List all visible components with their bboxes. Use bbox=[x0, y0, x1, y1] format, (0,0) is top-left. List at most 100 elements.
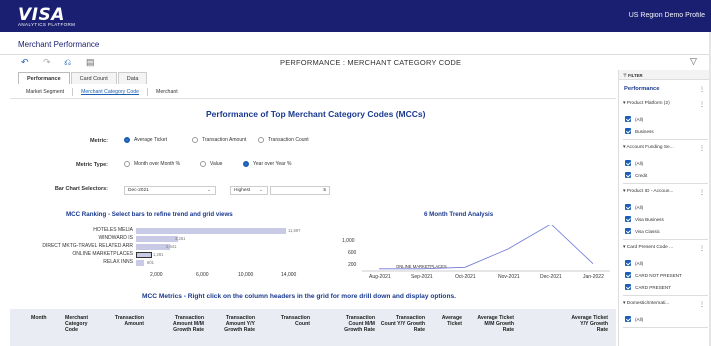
filter-option-label: Business bbox=[635, 128, 654, 134]
filter-option[interactable]: Visa Business bbox=[625, 216, 664, 222]
top-bar: VISA ANALYTICS PLATFORM US Region Demo P… bbox=[0, 0, 711, 32]
checkbox-checked-icon[interactable] bbox=[625, 116, 631, 122]
col-transaction-amount[interactable]: Transaction Amount bbox=[104, 315, 144, 327]
tab-data[interactable]: Data bbox=[117, 72, 148, 84]
radio-value[interactable]: Value bbox=[200, 161, 222, 167]
page-title: Merchant Performance bbox=[18, 40, 100, 49]
chevron-down-icon: ⌄ bbox=[258, 187, 263, 193]
col-transaction-amount-mm[interactable]: Transaction Amount M/M Growth Rate bbox=[164, 315, 204, 334]
radio-month-over-month[interactable]: Month over Month % bbox=[124, 161, 180, 167]
tab-performance[interactable]: Performance bbox=[18, 72, 70, 84]
kebab-icon[interactable]: ⋮ bbox=[699, 189, 705, 196]
bar-value: 2,641 bbox=[166, 244, 177, 249]
col-transaction-count-mm[interactable]: Transaction Count M/M Growth Rate bbox=[330, 315, 375, 334]
filter-option[interactable]: Visa Classic bbox=[625, 228, 660, 234]
chevron-down-icon: ⌄ bbox=[206, 187, 211, 193]
trend-series-line[interactable] bbox=[379, 225, 594, 270]
col-average-ticket-mm[interactable]: Average Ticket M/M Growth Rate bbox=[472, 315, 514, 334]
filter-option[interactable]: (All) bbox=[625, 160, 643, 166]
ranking-title: MCC Ranking - Select bars to refine tren… bbox=[66, 211, 233, 218]
subtab-merchant[interactable]: Merchant bbox=[148, 88, 186, 96]
col-month[interactable]: Month bbox=[31, 315, 47, 321]
series-label: ONLINE MARKETPLACES bbox=[396, 264, 447, 269]
count-input[interactable]: 5 bbox=[270, 186, 330, 195]
divider bbox=[623, 327, 708, 328]
kebab-icon[interactable]: ⋮ bbox=[699, 301, 705, 308]
bar[interactable] bbox=[136, 252, 153, 258]
checkbox-checked-icon[interactable] bbox=[625, 272, 631, 278]
radio-label: Transaction Count bbox=[268, 137, 309, 143]
col-mcc[interactable]: Merchant Category Code bbox=[65, 315, 101, 334]
filter-group-label: Product ID - Accoun... bbox=[626, 189, 674, 194]
checkbox-checked-icon[interactable] bbox=[625, 172, 631, 178]
col-transaction-amount-yy[interactable]: Transaction Amount Y/Y Growth Rate bbox=[215, 315, 255, 334]
col-transaction-count[interactable]: Transaction Count bbox=[270, 315, 310, 327]
filter-group-label: Account Funding Se... bbox=[626, 145, 674, 150]
bar[interactable] bbox=[136, 244, 170, 250]
filter-option-label: Visa Classic bbox=[635, 228, 660, 234]
bar[interactable] bbox=[136, 260, 144, 266]
checkbox-checked-icon[interactable] bbox=[625, 128, 631, 134]
bar[interactable] bbox=[136, 228, 286, 234]
filter-group-header[interactable]: ▾ Product Platform (2) bbox=[623, 101, 670, 106]
filter-group-header[interactable]: ▾ Account Funding Se... bbox=[623, 145, 674, 150]
radio-year-over-year[interactable]: Year over Year % bbox=[243, 161, 291, 167]
sub-tabs: Market Segment Merchant Category Code Me… bbox=[18, 86, 186, 98]
kebab-icon[interactable]: ⋮ bbox=[699, 245, 705, 252]
col-average-ticket[interactable]: Average Ticket bbox=[428, 315, 462, 327]
tab-card-count[interactable]: Card Count bbox=[70, 72, 117, 84]
filter-option[interactable]: Credit bbox=[625, 172, 647, 178]
checkbox-checked-icon[interactable] bbox=[625, 316, 631, 322]
redo-icon[interactable]: ↷ bbox=[43, 57, 51, 67]
checkbox-checked-icon[interactable] bbox=[625, 284, 631, 290]
filter-header[interactable]: ⊤ FILTER bbox=[619, 70, 711, 80]
divider bbox=[623, 295, 708, 296]
col-transaction-count-yy[interactable]: Transaction Count Y/Y Growth Rate bbox=[380, 315, 425, 334]
save-icon[interactable]: ▤ bbox=[86, 57, 95, 67]
kebab-icon[interactable]: ⋮ bbox=[699, 86, 705, 93]
checkbox-checked-icon[interactable] bbox=[625, 228, 631, 234]
undo-icon[interactable]: ↶ bbox=[21, 57, 29, 67]
x-tick: 14,000 bbox=[281, 272, 297, 278]
filter-option-label: (All) bbox=[635, 116, 644, 122]
filter-option[interactable]: CARD NOT PRESENT bbox=[625, 272, 682, 278]
filter-option[interactable]: (All) bbox=[625, 116, 643, 122]
filter-option-label: CARD NOT PRESENT bbox=[635, 272, 682, 278]
x-tick: Nov-2021 bbox=[498, 274, 520, 280]
checkbox-checked-icon[interactable] bbox=[625, 204, 631, 210]
filter-option[interactable]: Business bbox=[625, 128, 654, 134]
radio-transaction-count[interactable]: Transaction Count bbox=[258, 137, 309, 143]
revert-icon[interactable]: ⎌ bbox=[64, 57, 71, 67]
rank-select[interactable]: Highest ⌄ bbox=[230, 186, 268, 195]
col-average-ticket-yy[interactable]: Average Ticket Y/Y Growth Rate bbox=[570, 315, 608, 334]
filter-option-label: (All) bbox=[635, 160, 644, 166]
checkbox-checked-icon[interactable] bbox=[625, 160, 631, 166]
filter-group-header[interactable]: ▾ Domestic/Internati... bbox=[623, 301, 669, 306]
bar-value: 11,697 bbox=[288, 228, 301, 233]
filter-option[interactable]: CARD PRESENT bbox=[625, 284, 671, 290]
filter-icon[interactable]: ▽ bbox=[690, 56, 697, 67]
bar-value: 601 bbox=[147, 260, 154, 265]
filter-group-header[interactable]: ▾ Card Present Code ... bbox=[623, 245, 673, 250]
month-select[interactable]: Dec-2021 ⌄ bbox=[124, 186, 216, 195]
filter-option[interactable]: (All) bbox=[625, 204, 643, 210]
kebab-icon[interactable]: ⋮ bbox=[699, 145, 705, 152]
bar-label: WINDWARD IS bbox=[98, 235, 133, 241]
radio-transaction-amount[interactable]: Transaction Amount bbox=[192, 137, 246, 143]
filter-option[interactable]: (All) bbox=[625, 316, 643, 322]
bar[interactable] bbox=[136, 236, 178, 242]
subtab-merchant-category-code[interactable]: Merchant Category Code bbox=[73, 88, 149, 96]
filter-group-header[interactable]: ▾ Product ID - Accoun... bbox=[623, 189, 673, 194]
subtab-market-segment[interactable]: Market Segment bbox=[18, 88, 74, 96]
checkbox-checked-icon[interactable] bbox=[625, 216, 631, 222]
radio-average-ticket[interactable]: Average Ticket bbox=[124, 137, 167, 143]
filter-option-label: (All) bbox=[635, 316, 644, 322]
x-tick: Aug-2021 bbox=[369, 274, 391, 280]
bar-label: ONLINE MARKETPLACES bbox=[72, 251, 133, 257]
region-profile[interactable]: US Region Demo Profile bbox=[629, 12, 705, 19]
filter-option[interactable]: (All) bbox=[625, 260, 643, 266]
kebab-icon[interactable]: ⋮ bbox=[699, 101, 705, 108]
radio-label: Transaction Amount bbox=[202, 137, 247, 143]
x-tick: 10,000 bbox=[238, 272, 254, 278]
checkbox-checked-icon[interactable] bbox=[625, 260, 631, 266]
